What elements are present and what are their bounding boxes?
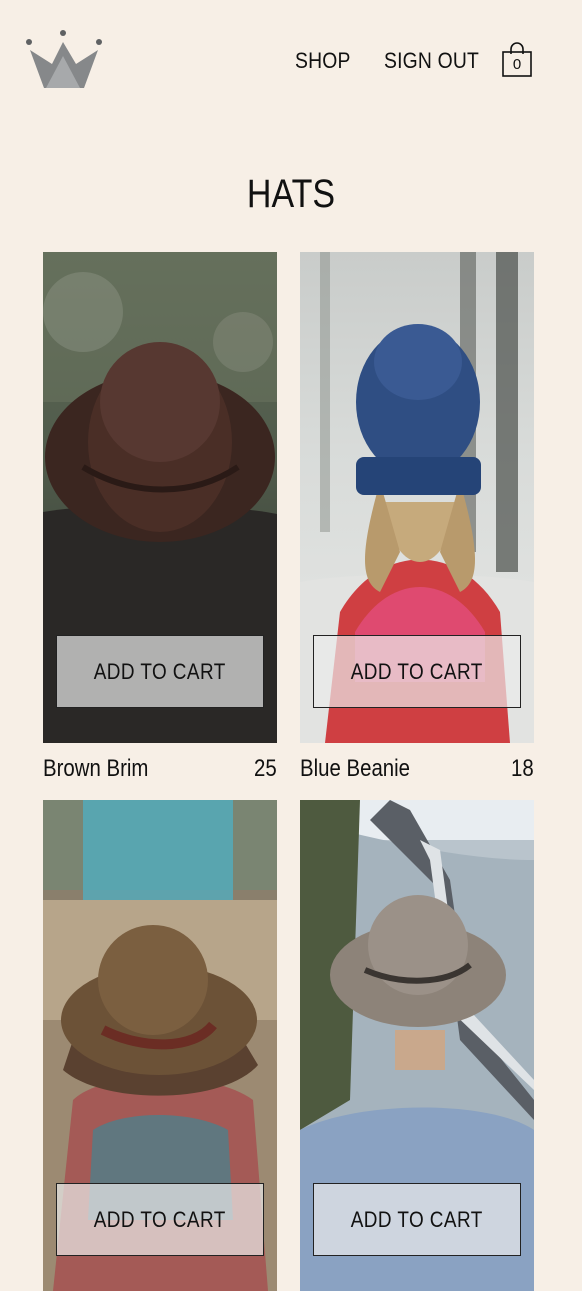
add-to-cart-button[interactable]: ADD TO CART (56, 635, 264, 708)
add-to-cart-button[interactable]: ADD TO CART (313, 1183, 521, 1256)
product-name: Brown Brim (43, 755, 149, 782)
site-header: SHOP SIGN OUT 0 (0, 0, 582, 110)
product-price: 25 (254, 755, 277, 782)
add-to-cart-button[interactable]: ADD TO CART (313, 635, 521, 708)
crown-icon[interactable] (24, 28, 104, 90)
page-title: HATS (246, 172, 336, 216)
nav-sign-out-link[interactable]: SIGN OUT (384, 48, 479, 74)
product-price: 18 (511, 755, 534, 782)
add-to-cart-button[interactable]: ADD TO CART (56, 1183, 264, 1256)
cart-button[interactable]: 0 (500, 40, 534, 80)
nav-shop-link[interactable]: SHOP (295, 48, 351, 74)
product-name: Blue Beanie (300, 755, 411, 782)
cart-count: 0 (512, 56, 522, 73)
